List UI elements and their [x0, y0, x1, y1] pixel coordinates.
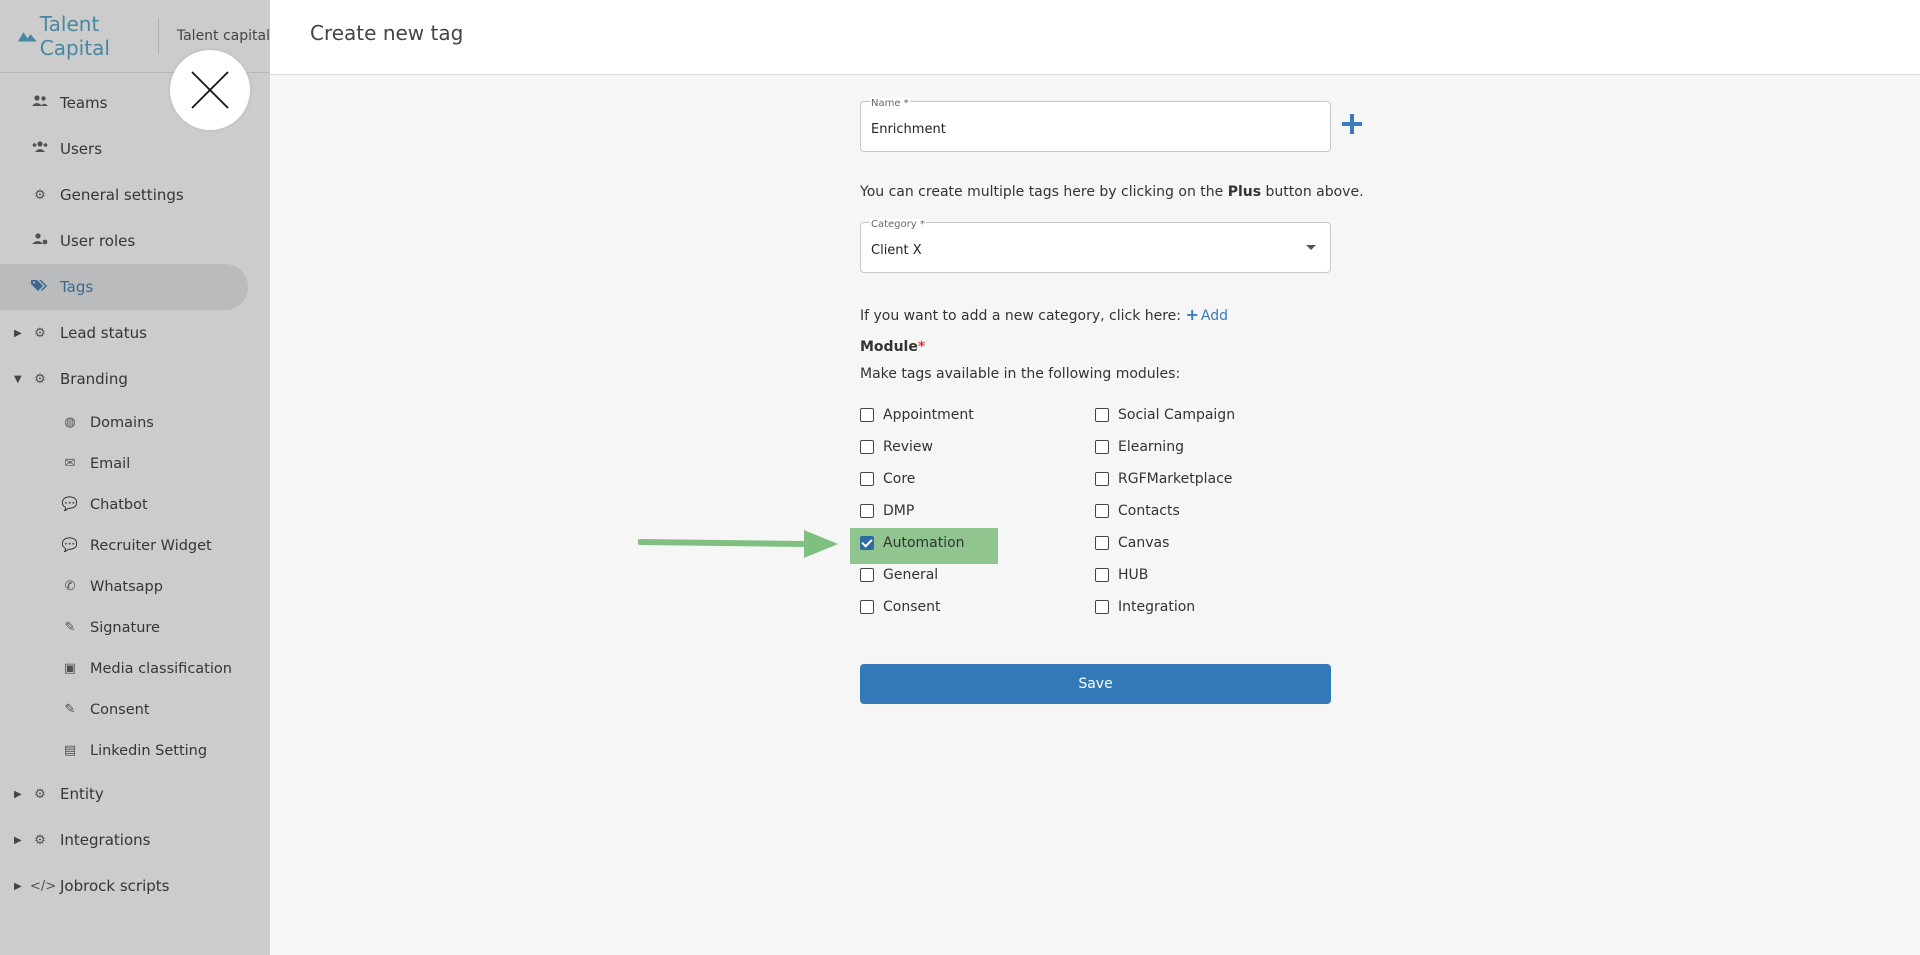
plus-icon: + [1185, 305, 1199, 324]
checkbox-label: Core [883, 471, 916, 487]
checkbox-box[interactable] [1095, 504, 1109, 518]
checkbox-contacts[interactable]: Contacts [1095, 503, 1180, 519]
module-label: Module [860, 339, 918, 355]
checkbox-label: General [883, 567, 939, 583]
checkbox-label: DMP [883, 503, 915, 519]
chevron-down-icon [1306, 245, 1316, 250]
module-hint: Make tags available in the following mod… [860, 366, 1181, 382]
checkbox-hub[interactable]: HUB [1095, 567, 1148, 583]
category-value: Client X [871, 243, 922, 258]
category-select[interactable]: Category * Client X [860, 219, 1331, 273]
checkbox-elearning[interactable]: Elearning [1095, 439, 1184, 455]
checkbox-box[interactable] [1095, 600, 1109, 614]
annotation-arrow-icon [638, 530, 838, 558]
panel-header: Create new tag [270, 0, 1920, 75]
checkbox-label: Appointment [883, 407, 974, 423]
checkbox-label: Integration [1118, 599, 1196, 615]
checkbox-social-campaign[interactable]: Social Campaign [1095, 407, 1235, 423]
checkbox-box[interactable] [1095, 536, 1109, 550]
add-category-link[interactable]: + Add [1185, 305, 1228, 324]
checkbox-integration[interactable]: Integration [1095, 599, 1195, 615]
checkbox-box[interactable] [860, 536, 874, 550]
module-heading: Module* [860, 339, 925, 355]
category-hint: If you want to add a new category, click… [860, 305, 1228, 324]
hint-text: You can create multiple tags here by cli… [860, 184, 1228, 200]
checkbox-box[interactable] [1095, 408, 1109, 422]
checkbox-label: Consent [883, 599, 941, 615]
name-field-label: Name * [870, 98, 910, 109]
checkbox-review[interactable]: Review [860, 439, 933, 455]
checkbox-dmp[interactable]: DMP [860, 503, 914, 519]
checkbox-automation[interactable]: Automation [860, 535, 965, 551]
close-drawer-button[interactable] [170, 50, 250, 130]
required-marker: * [917, 339, 926, 355]
save-button[interactable]: Save [860, 664, 1331, 704]
create-tag-panel: Create new tag Name * Enrichment You can… [270, 0, 1920, 955]
name-field[interactable]: Name * Enrichment [860, 98, 1331, 152]
checkbox-label: Social Campaign [1118, 407, 1236, 423]
checkbox-box[interactable] [1095, 440, 1109, 454]
category-field-label: Category * [870, 219, 926, 230]
checkbox-box[interactable] [860, 440, 874, 454]
checkbox-box[interactable] [860, 472, 874, 486]
add-label: Add [1200, 308, 1228, 324]
checkbox-label: HUB [1118, 567, 1149, 583]
page-title: Create new tag [310, 21, 464, 45]
checkbox-label: Elearning [1118, 439, 1184, 455]
checkbox-label: Review [883, 439, 933, 455]
checkbox-consent[interactable]: Consent [860, 599, 940, 615]
sidebar-overlay[interactable] [0, 0, 270, 955]
checkbox-box[interactable] [1095, 568, 1109, 582]
close-icon [191, 71, 229, 109]
checkbox-box[interactable] [860, 504, 874, 518]
checkbox-label: Automation [883, 535, 965, 551]
checkbox-label: RGFMarketplace [1118, 471, 1233, 487]
checkbox-general[interactable]: General [860, 567, 938, 583]
hint-text: button above. [1261, 184, 1364, 200]
checkbox-core[interactable]: Core [860, 471, 915, 487]
checkbox-box[interactable] [860, 600, 874, 614]
checkbox-box[interactable] [860, 408, 874, 422]
checkbox-label: Canvas [1118, 535, 1170, 551]
hint-bold-text: Plus [1227, 184, 1262, 200]
checkbox-label: Contacts [1118, 503, 1180, 519]
category-hint-text: If you want to add a new category, click… [860, 308, 1182, 324]
checkbox-canvas[interactable]: Canvas [1095, 535, 1169, 551]
checkbox-box[interactable] [860, 568, 874, 582]
add-tag-plus-icon[interactable] [1340, 112, 1364, 136]
checkbox-box[interactable] [1095, 472, 1109, 486]
checkbox-appointment[interactable]: Appointment [860, 407, 974, 423]
multiple-tags-hint: You can create multiple tags here by cli… [860, 184, 1364, 200]
name-input[interactable]: Enrichment [871, 122, 946, 137]
checkbox-rgfmarketplace[interactable]: RGFMarketplace [1095, 471, 1232, 487]
